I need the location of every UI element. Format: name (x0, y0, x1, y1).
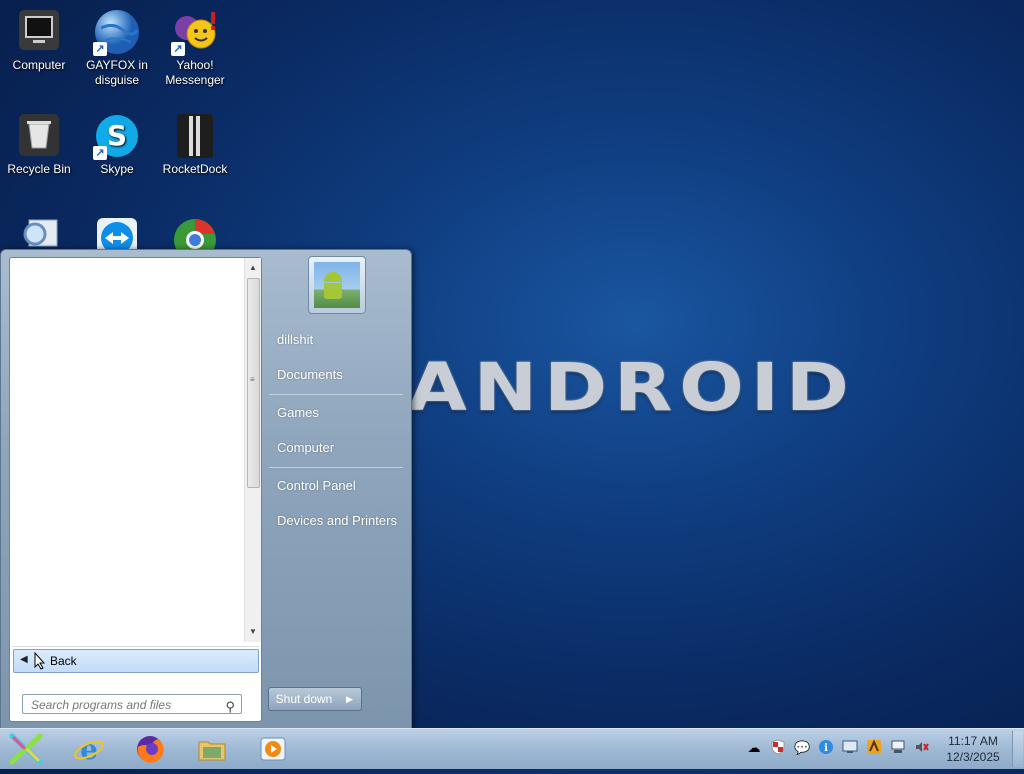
start-separator (269, 467, 403, 468)
display-icon[interactable] (842, 739, 858, 757)
shutdown-button[interactable]: Shut down (268, 687, 340, 711)
scroll-thumb[interactable]: ≡ (247, 278, 260, 488)
desktop-icon-label: Yahoo! Messenger (165, 58, 225, 87)
divider (12, 646, 259, 647)
back-button[interactable]: ◀ Back (13, 649, 259, 673)
computer-icon[interactable] (890, 739, 906, 757)
start-item-control-panel[interactable]: Control Panel (269, 471, 403, 501)
desktop-icon-skype[interactable]: S ↗ Skype (78, 112, 156, 177)
start-menu: ▲ ≡ ▼ ◀ Back Search programs and files ⚲… (0, 249, 412, 729)
desktop-icon-computer[interactable]: Computer (0, 8, 78, 73)
clock-date: 12/3/2025 (946, 750, 1000, 764)
show-desktop-button[interactable] (1012, 731, 1023, 767)
search-placeholder: Search programs and files (31, 698, 172, 712)
start-button[interactable] (8, 732, 44, 766)
internet-explorer-icon[interactable]: e (72, 733, 106, 766)
computer-icon (15, 8, 63, 56)
media-player-icon[interactable] (256, 733, 290, 765)
desktop-icon-recycle-bin[interactable]: Recycle Bin (0, 112, 78, 177)
scroll-grip-icon: ≡ (250, 375, 255, 384)
user-picture[interactable] (308, 256, 366, 314)
desktop-icon-label: RocketDock (162, 162, 228, 176)
skype-icon: S ↗ (93, 112, 141, 160)
recycle-bin-icon (15, 112, 63, 160)
firefox-icon[interactable] (133, 733, 167, 765)
rocketdock-icon (171, 112, 219, 160)
volume-muted-icon[interactable] (914, 739, 930, 757)
desktop-icon-rocketdock[interactable]: RocketDock (156, 112, 234, 177)
chat-icon[interactable]: 💬 (794, 739, 810, 757)
start-menu-left-pane: ▲ ≡ ▼ ◀ Back Search programs and files ⚲ (9, 257, 262, 722)
start-item-user[interactable]: dillshit (269, 325, 403, 355)
start-item-documents[interactable]: Documents (269, 360, 403, 390)
app-icon[interactable] (866, 739, 882, 757)
desktop-icon-label: GAYFOX in disguise (86, 58, 148, 87)
desktop-icon-label: Skype (100, 162, 134, 176)
start-separator (269, 394, 403, 395)
globe-icon: ↗ (93, 8, 141, 56)
wallpaper-logo: ANDROID (408, 349, 856, 426)
programs-list[interactable] (10, 258, 243, 642)
back-arrow-icon: ◀ (20, 654, 28, 665)
mouse-cursor-icon (34, 651, 46, 673)
yahoo-messenger-icon: ↗ (171, 8, 219, 56)
programs-scrollbar[interactable]: ▲ ≡ ▼ (244, 258, 261, 642)
start-item-computer[interactable]: Computer (269, 433, 403, 463)
svg-text:S: S (107, 119, 127, 152)
desktop-icon-gayfox[interactable]: ↗ GAYFOX in disguise (78, 8, 156, 88)
svg-text:e: e (80, 733, 98, 765)
shortcut-arrow-icon: ↗ (93, 146, 107, 160)
scroll-down-icon[interactable]: ▼ (245, 624, 261, 640)
back-label: Back (50, 654, 77, 668)
shortcut-arrow-icon: ↗ (171, 42, 185, 56)
desktop-icon-yahoo[interactable]: ↗ Yahoo! Messenger (156, 8, 234, 88)
taskbar: e ☁ 💬 i 11:17 AM 12/3/2025 (0, 728, 1024, 769)
svg-text:i: i (824, 743, 828, 754)
clock[interactable]: 11:17 AM 12/3/2025 (940, 733, 1006, 765)
info-icon[interactable]: i (818, 739, 834, 757)
shutdown-options-button[interactable]: ▶ (338, 687, 362, 711)
desktop-icon-label: Computer (12, 58, 66, 72)
start-item-games[interactable]: Games (269, 398, 403, 428)
desktop-icon-label: Recycle Bin (7, 162, 71, 176)
clock-time: 11:17 AM (948, 734, 998, 748)
search-icon[interactable]: ⚲ (225, 697, 235, 717)
scroll-up-icon[interactable]: ▲ (245, 260, 261, 276)
security-icon[interactable] (770, 739, 786, 757)
android-avatar-icon (314, 262, 360, 308)
shortcut-arrow-icon: ↗ (93, 42, 107, 56)
start-item-devices-printers[interactable]: Devices and Printers (269, 506, 403, 536)
search-input[interactable]: Search programs and files ⚲ (22, 694, 242, 714)
network-icon[interactable]: ☁ (746, 739, 762, 757)
file-explorer-icon[interactable] (195, 733, 229, 765)
